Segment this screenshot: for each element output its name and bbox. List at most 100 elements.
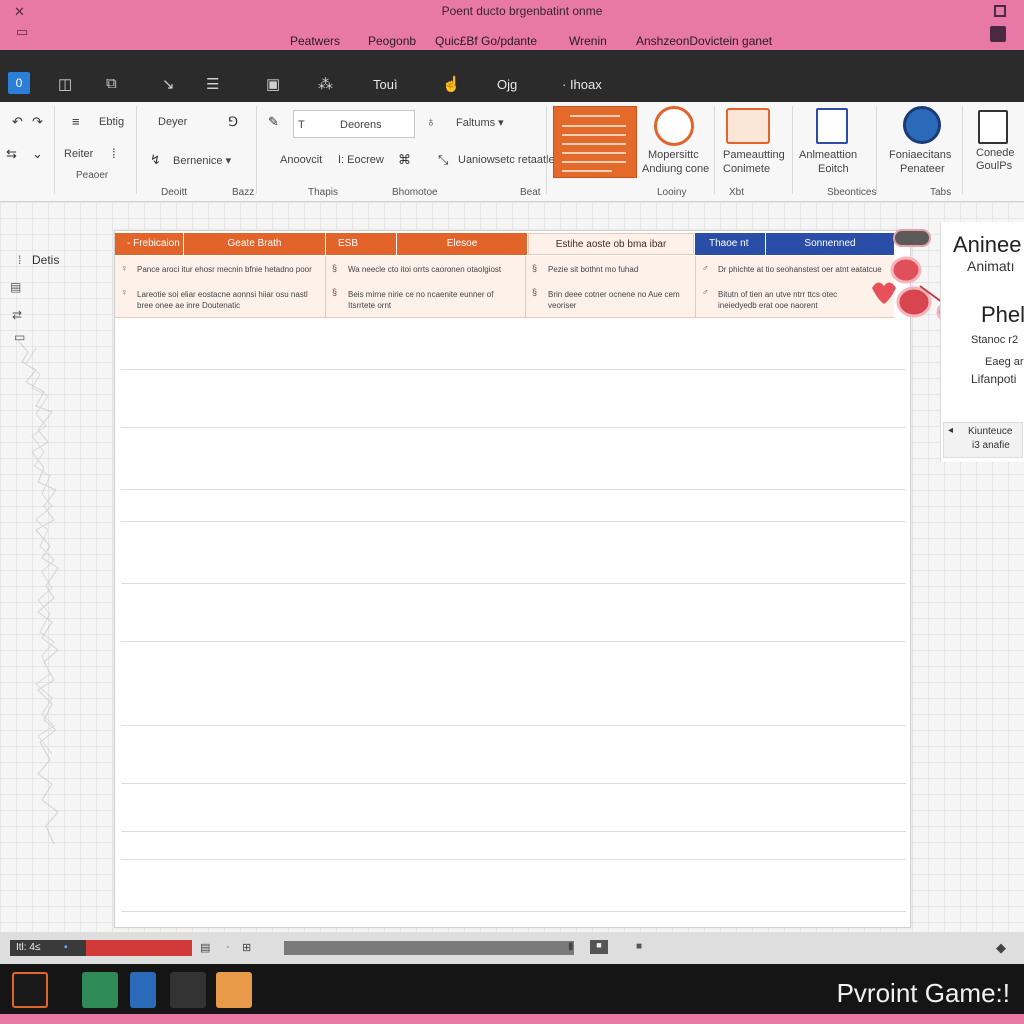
shape-icon[interactable]: ↯ <box>150 152 161 168</box>
expand-icon[interactable]: ◆ <box>996 940 1006 956</box>
paragraph-label-1[interactable]: Faltums ▾ <box>456 116 504 129</box>
header-cell-2-text: Geate Brath <box>227 238 282 249</box>
undo-icon[interactable]: ↶ <box>12 114 23 130</box>
document-page[interactable]: - Frebicaion Geate Brath ESB Elesoe Esti… <box>114 230 911 928</box>
table-cell[interactable]: ♂ Dr phichte at tio seohanstest oer atnt… <box>696 256 894 318</box>
header-cell-5-text: Estihe aoste ob bma ibar <box>555 239 667 250</box>
command-1-label-1[interactable]: Mopersittc <box>648 149 699 161</box>
paste-icon[interactable]: ⇆ <box>6 146 17 162</box>
redo-icon[interactable]: ↷ <box>32 114 43 130</box>
document-icon[interactable] <box>816 108 848 144</box>
command-2-label-1[interactable]: Pameautting <box>723 149 785 161</box>
view-icon[interactable]: ⊞ <box>242 941 251 954</box>
menu-item-3[interactable]: Quic£Bf Go/pdante <box>435 34 537 48</box>
notes-icon[interactable]: ⇄ <box>12 308 22 322</box>
zoom-level-icon[interactable]: ■ <box>590 940 608 954</box>
thumbnail-icon[interactable]: ▤ <box>10 280 21 294</box>
size-icon[interactable]: ⌘ <box>398 152 411 168</box>
tab-ihoax[interactable]: · Ihoax <box>562 77 602 92</box>
style-preview-card[interactable] <box>553 106 637 178</box>
fit-icon[interactable]: ■ <box>636 941 642 952</box>
command-4-label-1[interactable]: Foniaecitans <box>889 149 951 161</box>
header-cell-6[interactable]: Thaoe nt <box>695 233 765 255</box>
design-label-1[interactable]: Deyer <box>158 116 187 128</box>
language-icon: ▪ <box>64 942 68 953</box>
paragraph-label-2[interactable]: Uaniowsetc retaatle <box>458 154 555 166</box>
globe-icon[interactable] <box>903 106 941 144</box>
bullet-icon: § <box>332 263 338 273</box>
status-slide-indicator[interactable]: Itl: 4≤ ▪ <box>10 940 88 956</box>
slides-icon[interactable] <box>726 108 770 144</box>
font-label-4[interactable]: I: Eocrew <box>338 154 384 166</box>
format-icon[interactable]: ⅁ <box>228 114 238 130</box>
table-cell[interactable]: § Wa neecle cto itoi orrts caoronen otao… <box>326 256 526 318</box>
command-5-label-1[interactable]: Conede <box>976 147 1015 159</box>
open-icon[interactable]: ◫ <box>58 75 72 93</box>
tab-ojg[interactable]: Ojg <box>497 77 517 92</box>
table-cell[interactable]: § Pezie sit bothnt mo fuhad § Brin deee … <box>526 256 696 318</box>
header-cell-5[interactable]: Estihe aoste ob bma ibar <box>528 233 694 255</box>
toggle-pill[interactable] <box>893 229 931 247</box>
menu-item-4[interactable]: Wrenin <box>569 34 607 48</box>
edit-icon[interactable]: ≡ <box>72 114 80 129</box>
restore-icon[interactable] <box>994 5 1006 17</box>
bullet-icon: ♂ <box>702 263 709 273</box>
menu-item-2[interactable]: Peogonb <box>368 34 416 48</box>
align-icon[interactable]: ⤡ <box>438 152 448 168</box>
animation-icon[interactable] <box>654 106 694 146</box>
chevron-down-icon[interactable]: ⌄ <box>32 146 43 162</box>
page-icon[interactable] <box>978 110 1008 144</box>
outline-icon[interactable]: ⁞ <box>18 253 21 267</box>
slide-icon[interactable]: ▣ <box>266 75 280 93</box>
notes-status-icon[interactable]: ▤ <box>200 941 210 954</box>
more-icon[interactable]: ⁞ <box>112 146 116 161</box>
menu-item-1[interactable]: Peatwers <box>290 34 340 48</box>
header-cell-3[interactable]: ESB <box>326 233 396 255</box>
right-panel-text-2: Eaeg ar <box>985 356 1024 368</box>
zoom-thumb-icon[interactable]: ▮ <box>568 941 574 952</box>
quick-access-icon[interactable]: ▭ <box>16 24 28 40</box>
left-panel-label[interactable]: Detis <box>32 253 59 267</box>
header-cell-3-text: ESB <box>338 238 359 249</box>
powerpoint-taskbar-icon[interactable] <box>12 972 48 1008</box>
list-icon[interactable]: ☰ <box>206 75 219 93</box>
bullet-icon: ♂ <box>702 287 709 297</box>
command-5-label-2[interactable]: GoulPs <box>976 160 1012 172</box>
paint-icon[interactable]: ✎ <box>268 114 279 130</box>
files-taskbar-icon[interactable] <box>130 972 156 1008</box>
clipboard-label-2[interactable]: Reiter <box>64 148 93 160</box>
cell-2-line-2: Beis mirne nirie ce no ncaenite eunner o… <box>348 290 494 310</box>
command-4-label-2[interactable]: Penateer <box>900 163 945 175</box>
window-control-button[interactable] <box>990 26 1006 42</box>
cell-1-line-1: Pance aroci itur ehosr mecnin bfnie heta… <box>137 265 312 274</box>
font-label-3[interactable]: Anoovcit <box>280 154 322 166</box>
arrow-icon[interactable]: ↘ <box>162 75 175 93</box>
draw-taskbar-icon[interactable] <box>216 972 252 1008</box>
table-cell[interactable]: ♀ Pance aroci itur ehosr mecnin bfnie he… <box>115 256 326 318</box>
tab-touì[interactable]: Touì <box>373 77 398 92</box>
header-cell-2[interactable]: Geate Brath <box>184 233 325 255</box>
hand-icon[interactable]: ☝ <box>442 75 461 93</box>
font-combo[interactable]: T Deorens <box>293 110 415 138</box>
command-3-label-1[interactable]: Anlmeattion <box>799 149 857 161</box>
font-combo-prefix: T <box>298 119 305 131</box>
right-panel-option[interactable]: ◂ Kiunteuce i3 anafie <box>943 422 1023 458</box>
header-cell-4[interactable]: Elesoe <box>397 233 527 255</box>
command-3-label-2[interactable]: Eoitch <box>818 163 849 175</box>
browser-taskbar-icon[interactable] <box>82 972 118 1008</box>
location-icon[interactable]: ♁ <box>426 114 436 129</box>
status-left-text: Itl: 4≤ <box>16 942 41 953</box>
header-cell-1[interactable]: - Frebicaion <box>115 233 183 255</box>
design-label-2[interactable]: Bernenice ▾ <box>173 154 231 167</box>
clipboard-label-1[interactable]: Ebtig <box>99 116 124 128</box>
right-panel-heading: Phel <box>981 302 1024 327</box>
zoom-slider[interactable] <box>284 941 574 955</box>
link-icon[interactable]: ⁂ <box>318 75 333 93</box>
menu-item-5[interactable]: AnshzeonDovictein ganet <box>636 34 772 48</box>
right-panel-option-line-2: i3 anafie <box>972 440 1010 451</box>
terminal-taskbar-icon[interactable] <box>170 972 206 1008</box>
command-2-label-2[interactable]: Conimete <box>723 163 770 175</box>
image-icon[interactable]: ⧉ <box>106 75 117 92</box>
home-tab-icon[interactable]: 0 <box>8 72 30 94</box>
command-1-label-2[interactable]: Andiung cone <box>642 163 709 175</box>
